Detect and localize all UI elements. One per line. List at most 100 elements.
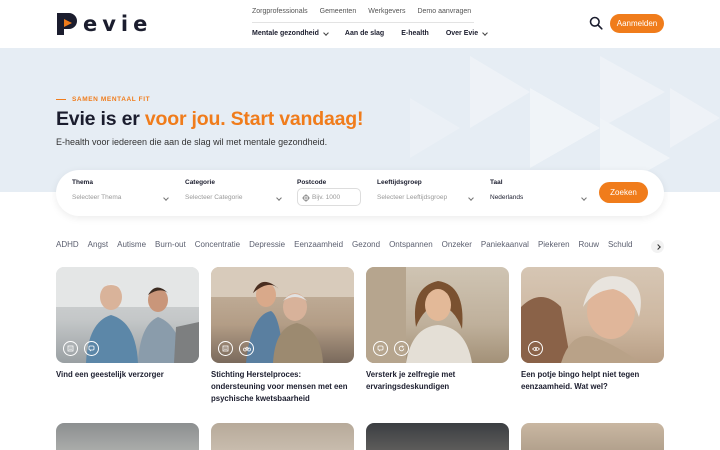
tag-burn-out[interactable]: Burn-out [155,240,186,254]
tag-adhd[interactable]: ADHD [56,240,79,254]
postcode-placeholder: Bijv. 1000 [312,193,341,201]
nav-item-aan-de-slag[interactable]: Aan de slag [345,30,384,37]
tag-gezond[interactable]: Gezond [352,240,380,254]
thema-select[interactable]: Selecteer Thema [72,194,169,206]
topic-tags: ADHD Angst Autisme Burn-out Concentratie… [56,240,646,254]
tag-schuld[interactable]: Schuld [608,240,632,254]
categorie-field[interactable]: Categorie Selecteer Categorie [185,179,282,206]
select-value: Selecteer Leeftijdsgroep [377,194,448,201]
article-card-image-partial[interactable] [366,423,509,450]
document-icon [63,341,78,356]
chevron-down-icon [276,195,282,201]
hero-title-plain: Evie is er [56,108,145,130]
refresh-icon [394,341,409,356]
card-badges [63,341,99,356]
chevron-down-icon [323,29,329,36]
tag-depressie[interactable]: Depressie [249,240,285,254]
select-value: Selecteer Categorie [185,194,243,201]
postcode-field[interactable]: Postcode Bijv. 1000 [297,179,367,206]
hero-title-accent: voor jou. Start vandaag! [144,108,364,130]
location-icon [302,194,310,202]
nav-item-label: E-health [401,30,429,37]
tag-autisme[interactable]: Autisme [117,240,146,254]
nav-item-label: Aan de slag [344,30,385,37]
chevron-down-icon [468,195,474,201]
chevron-down-icon [163,195,169,201]
top-link-gemeenten[interactable]: Gemeenten [320,8,357,15]
field-label: Thema [72,179,93,186]
taal-field[interactable]: Taal Nederlands [490,179,587,206]
top-link-demo-aanvragen[interactable]: Demo aanvragen [417,8,471,15]
card-title: Vind een geestelijk verzorger [56,370,164,379]
card-title: Stichting Herstelproces: ondersteuning v… [211,370,348,403]
article-card[interactable]: Vind een geestelijk verzorger [56,267,199,381]
hero-title: Evie is er voor jou. Start vandaag! [56,108,363,131]
card-image [56,267,199,363]
nav-item-mentale-gezondheid[interactable]: Mentale gezondheid [252,29,329,37]
top-link-werkgevers[interactable]: Werkgevers [368,8,405,15]
document-icon [218,341,233,356]
nav-item-label: Mentale gezondheid [252,30,319,37]
top-links: Zorgprofessionals Gemeenten Werkgevers D… [252,8,471,15]
hero-subtitle: E-health voor iedereen die aan de slag w… [56,137,328,147]
field-label: Postcode [297,179,327,186]
signup-button[interactable]: Aanmelden [610,14,664,33]
leeftijdsgroep-select[interactable]: Selecteer Leeftijdsgroep [377,194,474,206]
article-card-image-partial[interactable] [56,423,199,450]
evie-logo[interactable]: evie [55,11,152,37]
tag-rouw[interactable]: Rouw [579,240,599,254]
chevron-right-icon [654,243,661,250]
leeftijdsgroep-field[interactable]: Leeftijdsgroep Selecteer Leeftijdsgroep [377,179,474,206]
chevron-down-icon [581,195,587,201]
tag-concentratie[interactable]: Concentratie [195,240,240,254]
article-card-image-partial[interactable] [211,423,354,450]
chevron-down-icon [482,29,488,36]
tag-ontspannen[interactable]: Ontspannen [389,240,433,254]
nav-item-label: Over Evie [445,30,479,37]
field-label: Taal [490,179,503,186]
article-card[interactable]: Versterk je zelfregie met ervaringsdesku… [366,267,509,393]
hero-eyebrow: SAMEN MENTAAL FIT [56,96,150,103]
tag-piekeren[interactable]: Piekeren [538,240,570,254]
postcode-input[interactable]: Bijv. 1000 [297,188,361,206]
nav-divider [252,22,474,23]
article-card-image-partial[interactable] [521,423,664,450]
article-card[interactable]: Stichting Herstelproces: ondersteuning v… [211,267,354,405]
nav-item-over-evie[interactable]: Over Evie [445,29,488,37]
card-image [521,267,664,363]
search-icon[interactable] [589,16,603,30]
eye-icon [528,341,543,356]
categorie-select[interactable]: Selecteer Categorie [185,194,282,206]
bike-icon [239,341,254,356]
eyebrow-text: SAMEN MENTAAL FIT [72,96,151,103]
search-bar: Thema Selecteer Thema Categorie Selectee… [56,170,664,216]
evie-logo-icon [57,13,77,35]
tag-angst[interactable]: Angst [88,240,108,254]
article-card[interactable]: Een potje bingo helpt niet tegen eenzaam… [521,267,664,393]
card-badges [373,341,409,356]
tag-paniekaanval[interactable]: Paniekaanval [481,240,529,254]
chat-icon [84,341,99,356]
site-header: evie Zorgprofessionals Gemeenten Werkgev… [0,0,720,48]
main-nav: Mentale gezondheid Aan de slag E-health … [252,29,504,37]
postcode-wrapper: Bijv. 1000 [297,188,367,206]
nav-item-e-health[interactable]: E-health [401,30,429,37]
card-image [211,267,354,363]
thema-field[interactable]: Thema Selecteer Thema [72,179,169,206]
select-value: Nederlands [490,194,524,201]
card-badges [218,341,254,356]
top-link-zorgprofessionals[interactable]: Zorgprofessionals [252,8,308,15]
card-badges [528,341,543,356]
taal-select[interactable]: Nederlands [490,194,587,206]
tag-eenzaamheid[interactable]: Eenzaamheid [294,240,343,254]
field-label: Leeftijdsgroep [377,179,422,186]
search-submit-button[interactable]: Zoeken [599,182,648,203]
tag-onzeker[interactable]: Onzeker [442,240,472,254]
tags-next-button[interactable] [651,240,664,253]
card-title: Versterk je zelfregie met ervaringsdesku… [366,370,456,391]
chat-icon [373,341,388,356]
select-value: Selecteer Thema [72,194,122,201]
card-image [366,267,509,363]
logo-text: evie [83,12,153,36]
card-title: Een potje bingo helpt niet tegen eenzaam… [521,370,640,391]
